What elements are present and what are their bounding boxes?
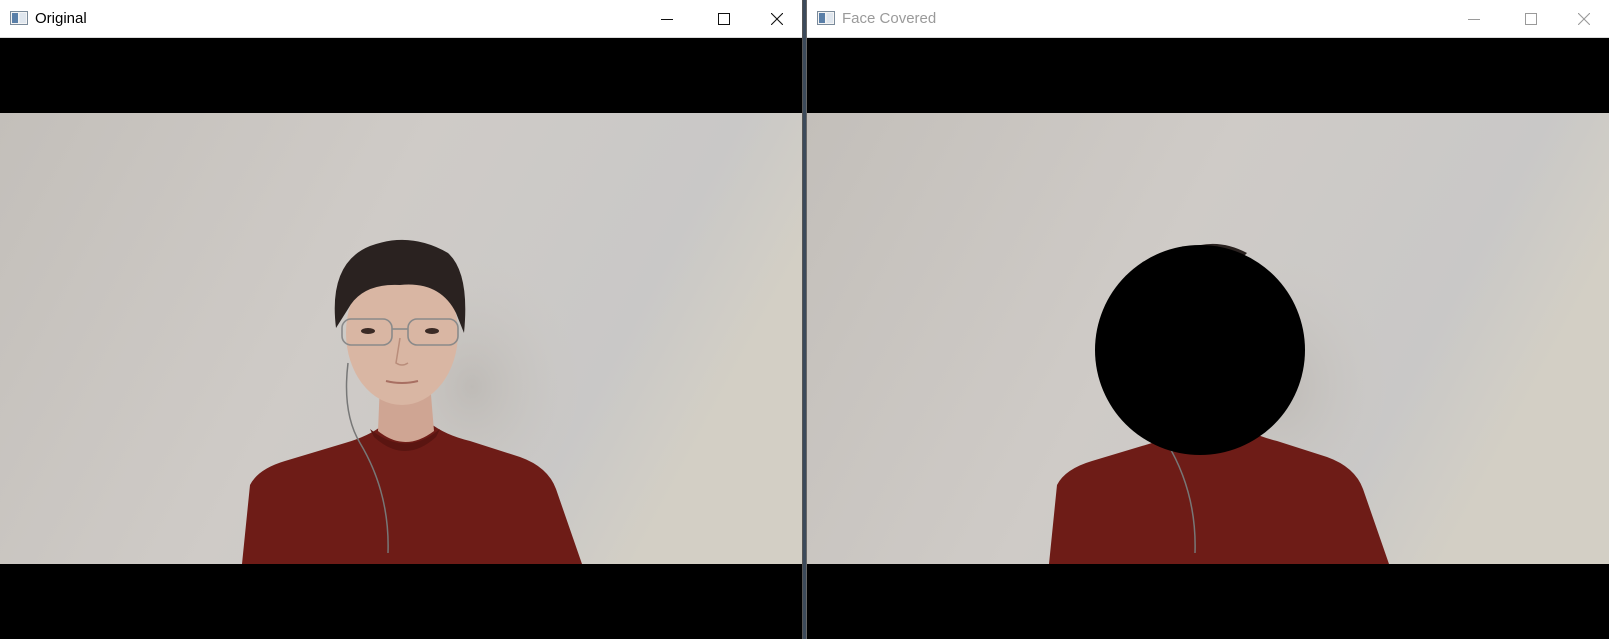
minimize-icon [1468, 18, 1480, 20]
face-covered-window: Face Covered [806, 0, 1609, 639]
maximize-icon [718, 12, 730, 25]
close-button[interactable] [1561, 0, 1607, 37]
maximize-icon [1525, 12, 1537, 25]
minimize-button[interactable] [1451, 0, 1497, 37]
maximize-button[interactable] [701, 0, 747, 37]
video-canvas [0, 38, 802, 639]
maximize-button[interactable] [1508, 0, 1554, 37]
close-button[interactable] [754, 0, 800, 37]
title-bar[interactable]: Original [0, 0, 802, 38]
app-icon [817, 11, 835, 25]
camera-frame [807, 113, 1609, 564]
camera-frame [0, 113, 802, 564]
close-icon [1578, 12, 1590, 25]
app-icon [10, 11, 28, 25]
face-cover-circle [1095, 245, 1305, 455]
window-title: Original [35, 10, 87, 27]
video-canvas [807, 38, 1609, 639]
title-bar[interactable]: Face Covered [807, 0, 1609, 38]
close-icon [771, 12, 783, 25]
camera-image [0, 113, 802, 564]
window-title: Face Covered [842, 10, 937, 27]
minimize-icon [661, 18, 673, 20]
camera-image [807, 113, 1609, 564]
minimize-button[interactable] [644, 0, 690, 37]
original-window: Original [0, 0, 803, 639]
